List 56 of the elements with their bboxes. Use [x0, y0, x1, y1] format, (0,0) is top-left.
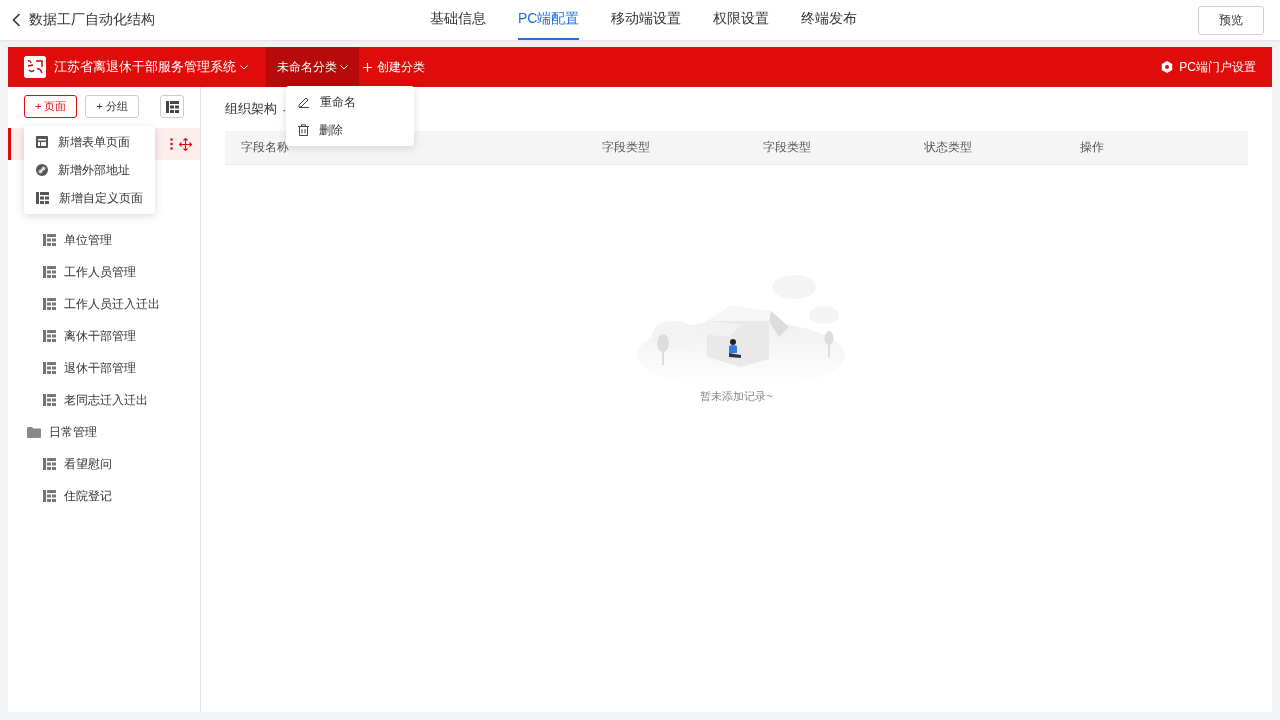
category-tab[interactable]: 未命名分类 — [266, 47, 359, 87]
page-icon — [43, 234, 56, 246]
column-header: 字段类型 — [763, 139, 812, 156]
nav-tab[interactable]: PC端配置 — [518, 0, 580, 40]
empty-message: 暂未添加记录~ — [700, 389, 773, 404]
nav-tab[interactable]: 基础信息 — [430, 0, 486, 40]
layout-button[interactable] — [160, 95, 184, 118]
custom-page-icon — [36, 192, 49, 204]
edit-icon — [298, 96, 310, 108]
link-icon — [36, 164, 48, 176]
folder-icon — [27, 426, 41, 438]
menu-item[interactable]: 新增自定义页面 — [24, 184, 155, 212]
page-item[interactable]: 单位管理 — [8, 224, 200, 256]
add-page-button[interactable]: + 页面 — [24, 95, 78, 118]
settings-icon[interactable] — [1161, 61, 1174, 73]
page-icon — [43, 394, 56, 406]
breadcrumb-separator: · — [282, 101, 287, 117]
page-item[interactable]: 离休干部管理 — [8, 320, 200, 352]
page-icon — [43, 266, 56, 278]
logo-icon — [24, 56, 46, 78]
menu-item[interactable]: 重命名 — [286, 88, 414, 116]
menu-item[interactable]: 新增外部地址 — [24, 156, 155, 184]
page-item[interactable]: 退休干部管理 — [8, 352, 200, 384]
back-icon[interactable] — [12, 13, 21, 27]
group-item[interactable]: 日常管理 — [8, 416, 200, 448]
page-item[interactable]: 工作人员迁入迁出 — [8, 288, 200, 320]
page-item[interactable]: 工作人员管理 — [8, 256, 200, 288]
caret-icon — [340, 64, 348, 70]
column-header: 操作 — [1080, 139, 1105, 156]
page-item[interactable]: 看望慰问 — [8, 448, 200, 480]
page-icon — [43, 362, 56, 374]
nav-tab[interactable]: 权限设置 — [713, 0, 770, 40]
plus-icon[interactable] — [363, 62, 372, 72]
preview-button[interactable]: 预览 — [1198, 5, 1264, 35]
page-icon — [43, 458, 56, 470]
form-icon — [36, 136, 48, 148]
trash-icon — [298, 124, 309, 136]
column-header: 状态类型 — [924, 139, 973, 156]
breadcrumb: 组织架构 — [225, 100, 277, 118]
page-icon — [43, 330, 56, 342]
page-item[interactable]: 住院登记 — [8, 480, 200, 512]
portal-settings-link[interactable]: PC端门户设置 — [1179, 58, 1256, 76]
nav-tab[interactable]: 终端发布 — [801, 0, 858, 40]
page-item[interactable]: 老同志迁入迁出 — [8, 384, 200, 416]
more-icon[interactable] — [170, 138, 173, 150]
column-header: 字段类型 — [602, 139, 651, 156]
create-category-link[interactable]: 创建分类 — [377, 58, 425, 76]
layout-icon — [165, 100, 179, 113]
page-icon — [43, 298, 56, 310]
caret-icon — [240, 64, 248, 70]
add-group-button[interactable]: + 分组 — [85, 95, 139, 118]
move-icon[interactable] — [179, 137, 192, 151]
page-title: 数据工厂自动化结构 — [29, 11, 155, 29]
page-icon — [43, 490, 56, 502]
system-name[interactable]: 江苏省离退休干部服务管理系统 — [54, 58, 236, 76]
nav-tab[interactable]: 移动端设置 — [611, 0, 682, 40]
